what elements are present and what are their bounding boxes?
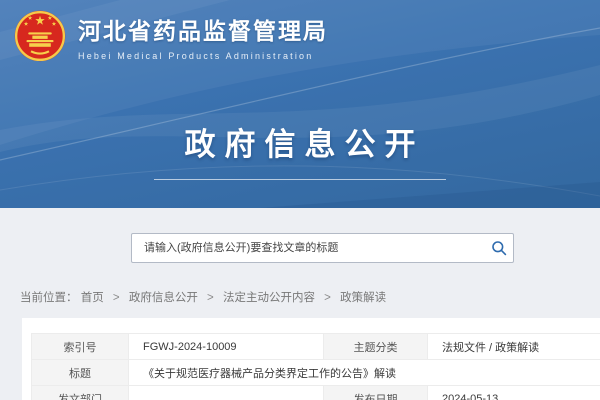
breadcrumb-item-gov-info[interactable]: 政府信息公开 [129, 292, 198, 304]
issuing-dept-label: 发文部门 [32, 386, 129, 400]
publish-date-value: 2024-05-13 [428, 386, 600, 400]
national-emblem-icon [13, 9, 67, 63]
index-number-value: FGWJ-2024-10009 [129, 334, 324, 360]
issuing-dept-value [129, 386, 324, 400]
title-value: 《关于规范医疗器械产品分类界定工作的公告》解读 [129, 360, 600, 386]
topic-category-label: 主题分类 [324, 334, 428, 360]
breadcrumb-separator: > [207, 292, 214, 304]
info-card: 索引号 FGWJ-2024-10009 主题分类 法规文件 / 政策解读 标题 … [22, 318, 600, 400]
site-title-cn: 河北省药品监督管理局 [78, 12, 328, 46]
table-row: 发文部门 发布日期 2024-05-13 [32, 386, 600, 400]
search-icon [491, 240, 507, 256]
breadcrumb-item-legal-disclosure[interactable]: 法定主动公开内容 [223, 292, 315, 304]
breadcrumb-item-home[interactable]: 首页 [81, 292, 104, 304]
banner-title: 政府信息公开 [0, 119, 600, 164]
table-row: 索引号 FGWJ-2024-10009 主题分类 法规文件 / 政策解读 [32, 334, 600, 360]
content-area: 当前位置： 首页 > 政府信息公开 > 法定主动公开内容 > 政策解读 索引号 … [0, 208, 600, 400]
breadcrumb: 当前位置： 首页 > 政府信息公开 > 法定主动公开内容 > 政策解读 [20, 289, 386, 305]
breadcrumb-item-policy-interpretation[interactable]: 政策解读 [340, 292, 386, 304]
breadcrumb-separator: > [113, 292, 120, 304]
table-row: 标题 《关于规范医疗器械产品分类界定工作的公告》解读 [32, 360, 600, 386]
banner: 政府信息公开 [0, 119, 600, 180]
publish-date-label: 发布日期 [324, 386, 428, 400]
banner-underline [154, 179, 446, 180]
site-header: 河北省药品监督管理局 Hebei Medical Products Admini… [0, 0, 600, 208]
search-box [131, 233, 514, 263]
topic-category-value: 法规文件 / 政策解读 [428, 334, 600, 360]
search-input[interactable] [132, 234, 485, 262]
index-number-label: 索引号 [32, 334, 129, 360]
search-button[interactable] [485, 234, 513, 262]
breadcrumb-prefix: 当前位置： [20, 292, 78, 304]
title-label: 标题 [32, 360, 129, 386]
brand: 河北省药品监督管理局 Hebei Medical Products Admini… [13, 9, 328, 63]
info-table: 索引号 FGWJ-2024-10009 主题分类 法规文件 / 政策解读 标题 … [31, 333, 600, 400]
site-title-en: Hebei Medical Products Administration [78, 51, 328, 61]
breadcrumb-separator: > [324, 292, 331, 304]
